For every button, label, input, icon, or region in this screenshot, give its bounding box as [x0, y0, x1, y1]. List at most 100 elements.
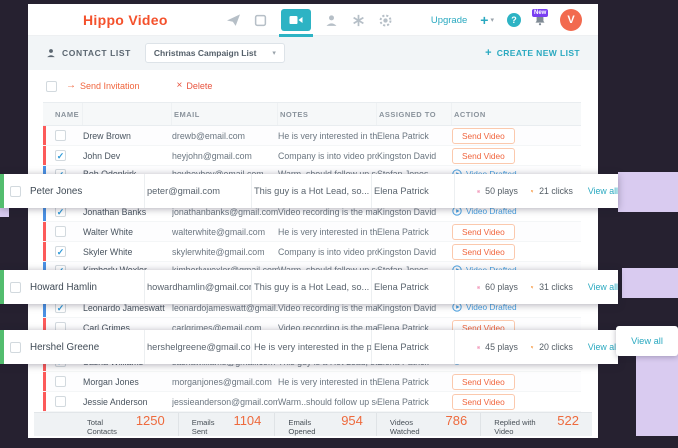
contact-email: howardhamlin@gmail.com [145, 270, 252, 304]
stat-label: Emails Opened [288, 418, 336, 436]
action-label: Send Video [462, 247, 505, 257]
stat-emails-sent: Emails Sent 1104 [178, 413, 275, 436]
table-row: Drew Brown drewb@email.com He is very in… [43, 126, 581, 146]
new-badge: New [532, 9, 548, 17]
clicks-count: 20 clicks [539, 342, 573, 352]
contact-email: jonathanbanks@gmail.com [172, 207, 278, 217]
tab-video-camera-active[interactable] [281, 9, 311, 31]
contact-email: skylerwhite@gmail.com [172, 247, 278, 257]
select-all-checkbox[interactable] [46, 81, 57, 92]
stat-value: 1250 [136, 413, 165, 428]
upgrade-link[interactable]: Upgrade [431, 15, 467, 26]
create-new-list-label: CREATE NEW LIST [497, 48, 580, 58]
contact-name: Leonardo Jameswatt [83, 303, 172, 313]
view-all-link[interactable]: View all [588, 342, 618, 352]
table-row: Walter White walterwhite@gmail.com He is… [43, 222, 581, 242]
delete-button[interactable]: × Delete [177, 81, 213, 91]
row-checkbox[interactable] [55, 376, 66, 387]
arrow-right-icon: → [66, 81, 76, 91]
send-invitation-button[interactable]: → Send Invitation [66, 81, 140, 91]
contact-assigned: Elena Patrick [372, 270, 455, 304]
view-all-link[interactable]: View all [588, 282, 618, 292]
lavender-decoration [622, 268, 678, 298]
row-checkbox[interactable] [10, 282, 21, 293]
send-video-button[interactable]: Send Video [452, 374, 515, 390]
integrations-icon[interactable] [352, 14, 365, 27]
user-avatar[interactable]: V [560, 9, 582, 31]
action-label: Send Video [462, 397, 505, 407]
stat-label: Emails Sent [192, 418, 229, 436]
contact-name: Peter Jones [28, 174, 145, 208]
table-header: NAME EMAIL NOTES ASSIGNED TO ACTION [43, 102, 581, 126]
highlighted-contact-card: Peter Jones peter@gmail.com This guy is … [0, 174, 618, 208]
row-checkbox[interactable] [10, 342, 21, 353]
contact-notes: He is very interested in the prod... [252, 330, 372, 364]
board-icon[interactable] [254, 14, 267, 27]
app-window: Hippo Video [28, 4, 598, 438]
row-checkbox[interactable] [55, 130, 66, 141]
clicks-count: 31 clicks [539, 282, 573, 292]
chevron-down-icon: ▾ [490, 16, 494, 24]
contact-name: Hershel Greene [28, 330, 145, 364]
column-header-notes: NOTES [278, 103, 377, 125]
row-status-bar [43, 126, 46, 145]
hippo-video-logo: Hippo Video [83, 12, 168, 28]
app-header: Hippo Video [28, 4, 598, 36]
send-video-button[interactable]: Send Video [452, 394, 515, 410]
row-status-bar [43, 392, 46, 411]
stat-replied-with-video: Replied with Video 522 [480, 413, 592, 436]
contact-list-group: CONTACT LIST [46, 48, 131, 58]
row-checkbox[interactable]: ✓ [55, 246, 66, 257]
contacts-table: NAME EMAIL NOTES ASSIGNED TO ACTION Drew… [43, 102, 581, 412]
contact-notes: This guy is a Hot Lead, so... [252, 174, 372, 208]
contact-assigned: Kingston David [377, 303, 452, 313]
view-all-link[interactable]: View all [588, 186, 618, 196]
plays-icon [477, 342, 480, 353]
stat-label: Replied with Video [494, 418, 552, 436]
column-header-email: EMAIL [172, 103, 278, 125]
contact-assigned: Elena Patrick [372, 330, 455, 364]
send-video-button[interactable]: Send Video [452, 148, 515, 164]
view-all-link[interactable]: View all [631, 336, 663, 346]
stat-total-contacts: Total Contacts 1250 [74, 413, 178, 436]
campaign-list-dropdown[interactable]: Christmas Campaign List ▾ [145, 43, 285, 63]
create-new-list-button[interactable]: + CREATE NEW LIST [485, 48, 580, 58]
plays-count: 45 plays [485, 342, 518, 352]
main-nav [227, 4, 392, 36]
settings-gear-icon[interactable] [379, 14, 392, 27]
notifications-bell[interactable]: New [534, 13, 547, 27]
contact-assigned: Elena Patrick [377, 397, 452, 407]
bulk-actions-toolbar: → Send Invitation × Delete [28, 70, 598, 102]
contact-list-icon [46, 48, 56, 58]
send-invitation-label: Send Invitation [80, 81, 140, 91]
send-campaign-icon[interactable] [227, 14, 240, 27]
video-stats: 60 plays 31 clicks View all [455, 270, 618, 304]
send-video-button[interactable]: Send Video [452, 128, 515, 144]
clicks-cursor-icon [531, 282, 534, 293]
contact-email: morganjones@gmail.com [172, 377, 278, 387]
row-checkbox[interactable] [55, 226, 66, 237]
lavender-decoration [618, 172, 678, 212]
send-video-button[interactable]: Send Video [452, 224, 515, 240]
delete-label: Delete [186, 81, 212, 91]
stat-label: Videos Watched [390, 418, 441, 436]
contact-email: peter@gmail.com [145, 174, 252, 208]
row-checkbox[interactable]: ✓ [55, 150, 66, 161]
contact-name: Skyler White [83, 247, 172, 257]
lavender-decoration [0, 208, 9, 217]
action-label: Send Video [462, 131, 505, 141]
row-checkbox[interactable] [10, 186, 21, 197]
contacts-icon[interactable] [325, 14, 338, 27]
contact-name: Jessie Anderson [83, 397, 172, 407]
contact-list-label: CONTACT LIST [62, 48, 131, 58]
row-status-bar [43, 146, 46, 165]
stat-emails-opened: Emails Opened 954 [274, 413, 376, 436]
stat-value: 1104 [233, 413, 261, 428]
row-checkbox[interactable] [55, 396, 66, 407]
quick-create-menu[interactable]: + ▾ [480, 15, 494, 25]
plus-icon: + [480, 15, 488, 25]
table-row: ✓ John Dev heyjohn@gmail.com Company is … [43, 146, 581, 166]
help-icon[interactable]: ? [507, 13, 521, 27]
send-video-button[interactable]: Send Video [452, 244, 515, 260]
row-status-bar [43, 242, 46, 261]
